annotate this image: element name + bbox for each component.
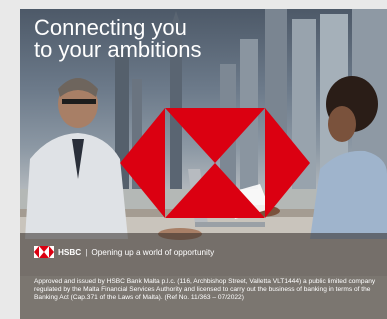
headline-line-2: to your ambitions — [34, 37, 202, 62]
advertisement: Connecting you to your ambitions HSBC | … — [0, 0, 387, 319]
legal-disclaimer: Approved and issued by HSBC Bank Malta p… — [34, 278, 376, 302]
brand-separator: | — [85, 247, 88, 257]
brand-name: HSBC — [58, 247, 82, 257]
headline: Connecting you to your ambitions — [34, 17, 202, 61]
brand-tagline-row: HSBC | Opening up a world of opportunity — [34, 245, 214, 259]
hsbc-hexagon-graphic — [120, 108, 310, 218]
hsbc-logo-icon — [34, 246, 54, 258]
brand-tagline: Opening up a world of opportunity — [91, 247, 215, 257]
background-photo: Connecting you to your ambitions HSBC | … — [20, 9, 387, 276]
headline-line-1: Connecting you — [34, 15, 187, 40]
